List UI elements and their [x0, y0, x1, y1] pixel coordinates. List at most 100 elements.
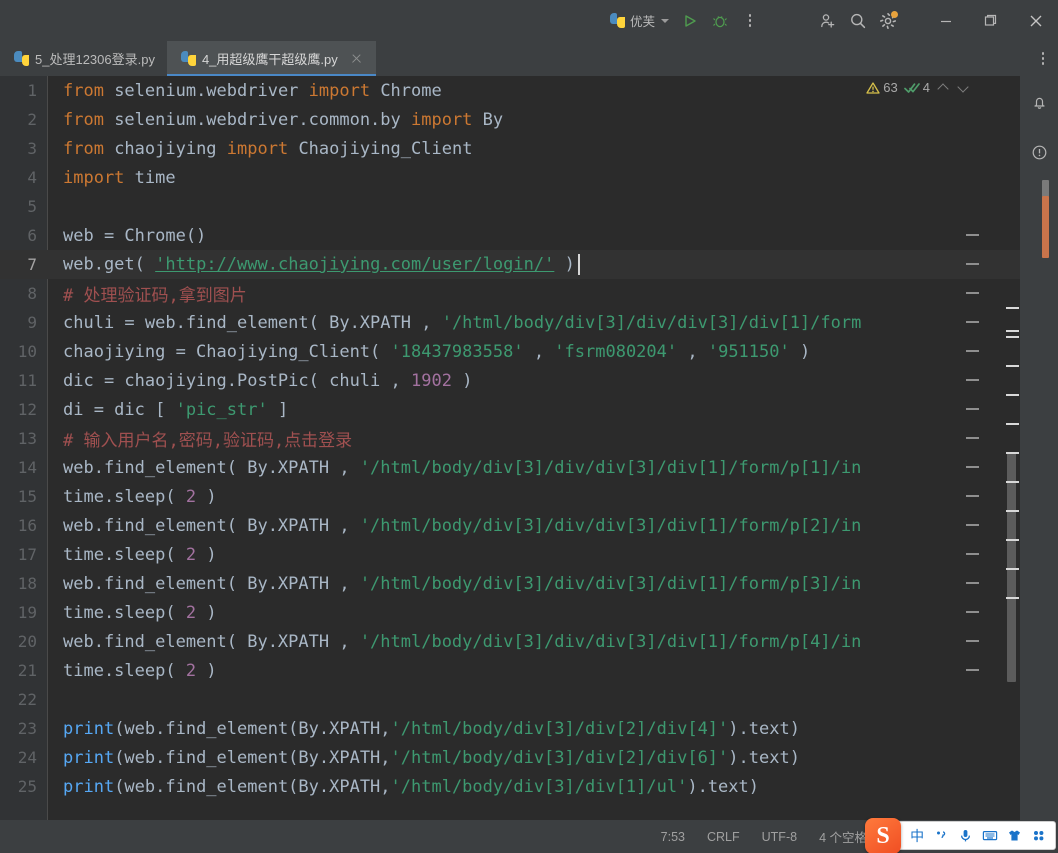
code-line[interactable]: 16 web.find_element( By.XPATH , '/html/bo…	[0, 511, 1020, 540]
code-text: chaojiying = Chaojiying_Client( '1843798…	[48, 342, 810, 362]
code-line[interactable]: 17 time.sleep( 2 )	[0, 540, 1020, 569]
chevron-up-icon[interactable]	[936, 81, 950, 95]
line-number: 15	[17, 487, 37, 506]
line-number: 19	[17, 603, 37, 622]
warning-count-group[interactable]: 63	[866, 80, 898, 95]
code-text: import time	[48, 168, 176, 188]
checkmark-icon	[903, 82, 920, 93]
fold-marker	[966, 669, 979, 671]
code-token: )	[554, 254, 575, 275]
code-text: from selenium.webdriver import Chrome	[48, 81, 442, 101]
file-encoding[interactable]: UTF-8	[751, 830, 808, 844]
code-line[interactable]: 23 print(web.find_element(By.XPATH,'/html…	[0, 714, 1020, 743]
code-token: from	[63, 109, 104, 130]
code-text: time.sleep( 2 )	[48, 603, 217, 623]
skin-icon[interactable]	[1002, 823, 1026, 848]
code-line[interactable]: 10 chaojiying = Chaojiying_Client( '18437…	[0, 337, 1020, 366]
settings-button[interactable]	[873, 6, 903, 36]
debug-button[interactable]	[705, 6, 735, 36]
code-line[interactable]: 13 # 输入用户名,密码,验证码,点击登录	[0, 424, 1020, 453]
toolbox-icon[interactable]	[1027, 823, 1051, 848]
ok-count: 4	[922, 80, 930, 95]
caret-position[interactable]: 7:53	[650, 830, 696, 844]
line-number: 9	[27, 313, 37, 332]
sogou-logo-icon[interactable]: S	[865, 818, 901, 853]
fold-marker	[966, 408, 979, 410]
code-token: By	[472, 109, 504, 130]
line-number: 3	[27, 139, 37, 158]
ime-mode-toggle[interactable]: 中	[905, 823, 929, 848]
line-number: 25	[17, 777, 37, 796]
code-line[interactable]: 4 import time	[0, 163, 1020, 192]
fold-marker	[966, 611, 979, 613]
search-button[interactable]	[843, 6, 873, 36]
minimize-button[interactable]	[923, 0, 968, 41]
code-token: chuli = web.find_element( By.XPATH ,	[63, 312, 442, 333]
fold-marker	[966, 640, 979, 642]
code-token: from	[63, 80, 104, 101]
editor-tab-1[interactable]: 4_用超级鹰干超级鹰.py	[166, 41, 376, 76]
code-line[interactable]: 22	[0, 685, 1020, 714]
code-token: )	[196, 486, 217, 507]
editor-tab-bar: 5_处理12306登录.py 4_用超级鹰干超级鹰.py	[0, 41, 1058, 76]
settings-notification-badge	[891, 10, 898, 18]
tab-overflow-button[interactable]	[1028, 41, 1058, 76]
code-line[interactable]: 25 print(web.find_element(By.XPATH,'/html…	[0, 772, 1020, 801]
keyboard-icon[interactable]	[978, 823, 1002, 848]
error-stripe-marker	[1042, 196, 1049, 258]
problems-button[interactable]	[1027, 140, 1051, 164]
code-line[interactable]: 3 from chaojiying import Chaojiying_Clien…	[0, 134, 1020, 163]
code-line[interactable]: 14 web.find_element( By.XPATH , '/html/bo…	[0, 453, 1020, 482]
code-token: 'fsrm080204'	[554, 341, 678, 362]
sogou-ime-toolbar: S 中	[865, 818, 1056, 853]
code-line[interactable]: 12 di = dic [ 'pic_str' ]	[0, 395, 1020, 424]
code-line[interactable]: 6 web = Chrome()	[0, 221, 1020, 250]
code-token: Chrome	[370, 80, 442, 101]
line-number: 2	[27, 110, 37, 129]
code-line[interactable]: 5	[0, 192, 1020, 221]
code-line[interactable]: 2 from selenium.webdriver.common.by impor…	[0, 105, 1020, 134]
code-line[interactable]: 11 dic = chaojiying.PostPic( chuli , 1902…	[0, 366, 1020, 395]
code-token: web.find_element( By.XPATH ,	[63, 631, 360, 652]
code-token: 'http://www.chaojiying.com/user/login/'	[155, 254, 555, 275]
editor-tab-0[interactable]: 5_处理12306登录.py	[0, 41, 167, 76]
code-line[interactable]: 15 time.sleep( 2 )	[0, 482, 1020, 511]
code-token: '18437983558'	[390, 341, 524, 362]
code-lines-container: 1 from selenium.webdriver import Chrome 2 f…	[0, 76, 1020, 820]
code-line[interactable]: 8 # 处理验证码,拿到图片	[0, 279, 1020, 308]
more-actions-button[interactable]	[735, 6, 765, 36]
code-line[interactable]: 18 web.find_element( By.XPATH , '/html/bo…	[0, 569, 1020, 598]
microphone-icon[interactable]	[954, 823, 978, 848]
close-icon[interactable]	[350, 52, 364, 66]
code-line[interactable]: 19 time.sleep( 2 )	[0, 598, 1020, 627]
status-bar: 7:53 CRLF UTF-8 4 个空格 S 中	[0, 818, 1058, 853]
maximize-button[interactable]	[968, 0, 1013, 41]
code-line[interactable]: 24 print(web.find_element(By.XPATH,'/html…	[0, 743, 1020, 772]
code-token: '/html/body/div[3]/div/div[3]/div[1]/for…	[359, 573, 862, 594]
error-stripe-marker-top	[1042, 180, 1049, 197]
code-token: web.find_element( By.XPATH ,	[63, 573, 360, 594]
fold-marker	[966, 234, 979, 236]
code-token: (web.find_element(By.XPATH,	[114, 718, 391, 739]
close-button[interactable]	[1013, 0, 1058, 41]
ok-count-group[interactable]: 4	[903, 80, 930, 95]
code-line[interactable]: 21 time.sleep( 2 )	[0, 656, 1020, 685]
run-configuration-selector[interactable]: 优芙	[604, 9, 675, 33]
code-editor[interactable]: 1 from selenium.webdriver import Chrome 2 f…	[0, 76, 1020, 820]
run-button[interactable]	[675, 6, 705, 36]
line-number: 4	[27, 168, 37, 187]
code-line[interactable]: 20 web.find_element( By.XPATH , '/html/bo…	[0, 627, 1020, 656]
line-number: 5	[27, 197, 37, 216]
maximize-icon	[984, 14, 997, 26]
line-separator[interactable]: CRLF	[696, 830, 751, 844]
code-token: 'pic_str'	[175, 399, 268, 420]
code-token: ,	[677, 341, 708, 362]
chevron-down-icon[interactable]	[956, 81, 970, 95]
share-button[interactable]	[813, 6, 843, 36]
code-line[interactable]: 9 chuli = web.find_element( By.XPATH , '/…	[0, 308, 1020, 337]
code-token: from	[63, 138, 104, 159]
code-text: di = dic [ 'pic_str' ]	[48, 400, 288, 420]
notifications-button[interactable]	[1027, 90, 1051, 114]
punctuation-icon[interactable]	[929, 823, 953, 848]
code-line[interactable]: 7 web.get( 'http://www.chaojiying.com/use…	[0, 250, 1020, 279]
